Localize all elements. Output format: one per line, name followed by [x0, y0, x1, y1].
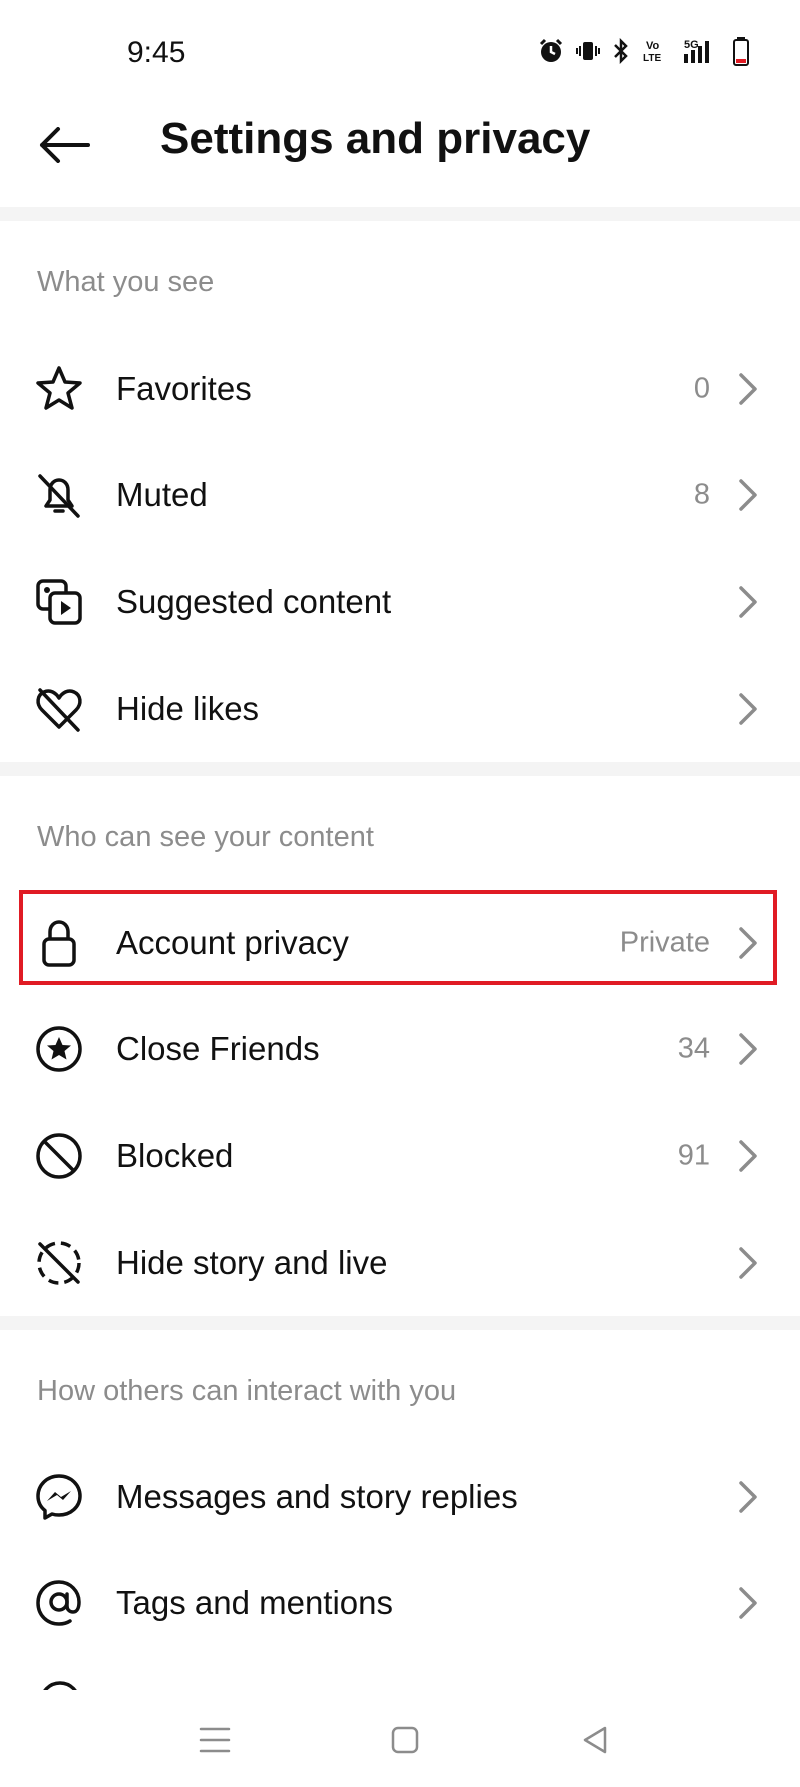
- row-blocked[interactable]: Blocked 91: [0, 1106, 800, 1206]
- svg-text:LTE: LTE: [643, 53, 661, 64]
- row-tags-and-mentions[interactable]: Tags and mentions: [0, 1553, 800, 1653]
- row-value: Private: [619, 926, 710, 959]
- recents-button[interactable]: [185, 1710, 245, 1770]
- chevron-right-icon: [739, 1481, 757, 1513]
- row-label: Tags and mentions: [116, 1584, 394, 1621]
- home-button[interactable]: [375, 1710, 435, 1770]
- arrow-left-icon: [40, 127, 90, 163]
- row-value: 0: [693, 372, 710, 405]
- lock-icon: [34, 918, 84, 968]
- row-favorites[interactable]: Favorites 0: [0, 339, 800, 439]
- section-divider: [0, 1316, 800, 1330]
- row-hide-likes[interactable]: Hide likes: [0, 659, 800, 759]
- chevron-right-icon: [739, 1247, 757, 1279]
- row-label: Hide story and live: [116, 1244, 388, 1281]
- status-time: 9:45: [127, 36, 186, 69]
- section-divider: [0, 762, 800, 776]
- row-close-friends[interactable]: Close Friends 34: [0, 999, 800, 1099]
- chevron-right-icon: [739, 373, 757, 405]
- row-muted[interactable]: Muted 8: [0, 445, 800, 545]
- row-label: Favorites: [116, 370, 252, 407]
- row-label: Account privacy: [116, 924, 349, 961]
- row-hide-story-and-live[interactable]: Hide story and live: [0, 1213, 800, 1313]
- vibrate-icon: [576, 39, 600, 63]
- chevron-right-icon: [739, 927, 757, 959]
- chevron-right-icon: [739, 693, 757, 725]
- page-title: Settings and privacy: [160, 114, 591, 163]
- battery-icon: [732, 36, 750, 66]
- back-button[interactable]: [34, 120, 94, 170]
- heart-off-icon: [34, 684, 84, 734]
- status-icons: Vo LTE 5G: [538, 36, 750, 66]
- section-divider: [0, 207, 800, 221]
- row-label: Suggested content: [116, 583, 392, 620]
- at-sign-icon: [34, 1578, 84, 1628]
- chevron-right-icon: [739, 479, 757, 511]
- svg-text:Vo: Vo: [646, 40, 660, 52]
- chevron-right-icon: [739, 1587, 757, 1619]
- close-friends-star-icon: [34, 1024, 84, 1074]
- chevron-right-icon: [739, 586, 757, 618]
- row-value: 8: [693, 478, 710, 511]
- system-back-button[interactable]: [565, 1710, 625, 1770]
- row-value: 91: [677, 1139, 710, 1172]
- alarm-icon: [538, 38, 564, 64]
- row-account-privacy[interactable]: Account privacy Private: [0, 893, 800, 993]
- home-square-icon: [391, 1726, 419, 1754]
- chevron-right-icon: [739, 1140, 757, 1172]
- story-off-icon: [34, 1238, 84, 1288]
- row-value: 34: [677, 1032, 710, 1065]
- media-icon: [34, 577, 84, 627]
- row-suggested-content[interactable]: Suggested content: [0, 552, 800, 652]
- volte-icon: Vo LTE: [642, 38, 668, 64]
- section-label-what-you-see: What you see: [37, 266, 215, 298]
- row-messages-and-story-replies[interactable]: Messages and story replies: [0, 1447, 800, 1547]
- star-icon: [34, 364, 84, 414]
- messenger-icon: [34, 1472, 84, 1522]
- row-label: Muted: [116, 476, 208, 513]
- section-label-how-others-interact: How others can interact with you: [37, 1375, 457, 1407]
- blocked-icon: [34, 1131, 84, 1181]
- row-label: Close Friends: [116, 1030, 320, 1067]
- bluetooth-icon: [612, 38, 630, 64]
- row-label: Messages and story replies: [116, 1478, 518, 1515]
- system-nav-bar: [0, 1690, 800, 1787]
- menu-icon: [199, 1727, 231, 1753]
- back-triangle-icon: [583, 1726, 607, 1754]
- header: Settings and privacy: [0, 100, 800, 205]
- svg-text:5G: 5G: [684, 39, 699, 51]
- chevron-right-icon: [739, 1033, 757, 1065]
- 5g-signal-icon: 5G: [680, 37, 720, 65]
- row-label: Hide likes: [116, 690, 260, 727]
- bell-off-icon: [34, 470, 84, 520]
- status-bar: 9:45 Vo LTE 5G: [0, 0, 800, 100]
- section-label-who-can-see: Who can see your content: [37, 821, 374, 853]
- row-label: Blocked: [116, 1137, 234, 1174]
